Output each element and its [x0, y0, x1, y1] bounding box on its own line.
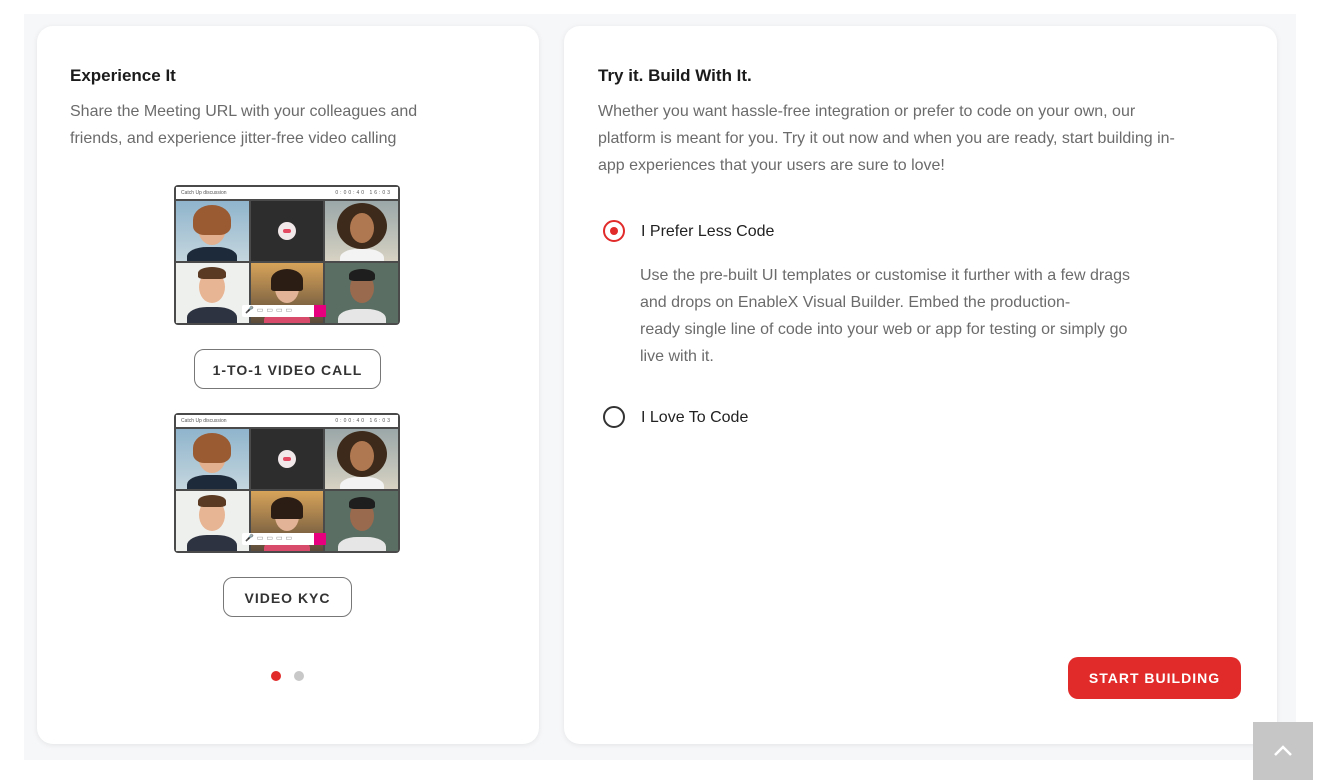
- video-call-preview: Catch Up discussion 0:00:40 16:03 🎤▭▭▭▭: [174, 185, 400, 325]
- chevron-up-icon: [1274, 745, 1292, 756]
- build-title: Try it. Build With It.: [598, 66, 752, 85]
- love-code-radio[interactable]: [603, 406, 625, 428]
- video-kyc-button[interactable]: VIDEO KYC: [223, 577, 352, 617]
- participant-tile: [176, 491, 249, 551]
- less-code-label[interactable]: I Prefer Less Code: [641, 223, 774, 241]
- recording-icon: [277, 450, 296, 468]
- participant-tile: [325, 201, 398, 261]
- call-controls-bar: 🎤▭▭▭▭: [242, 533, 326, 545]
- build-description-line3: app experiences that your users are sure…: [598, 157, 945, 174]
- less-code-detail-line4: live with it.: [640, 348, 714, 365]
- carousel-dot[interactable]: [294, 671, 304, 681]
- back-to-top-button[interactable]: [1253, 722, 1313, 780]
- participant-tile: [325, 429, 398, 489]
- less-code-detail-line3: ready single line of code into your web …: [640, 321, 1128, 338]
- experience-title: Experience It: [70, 66, 176, 85]
- participant-tile: [176, 429, 249, 489]
- preview-header-title: Catch Up discussion: [181, 418, 227, 424]
- video-call-button[interactable]: 1-TO-1 VIDEO CALL: [194, 349, 381, 389]
- less-code-detail-line2: and drops on EnableX Visual Builder. Emb…: [640, 294, 1071, 311]
- preview-header: Catch Up discussion 0:00:40 16:03: [176, 187, 398, 199]
- recording-icon: [277, 222, 296, 240]
- love-code-label[interactable]: I Love To Code: [641, 409, 748, 427]
- preview-header-time: 0:00:40 16:03: [335, 418, 392, 424]
- preview-header-time: 0:00:40 16:03: [335, 190, 392, 196]
- video-kyc-preview: Catch Up discussion 0:00:40 16:03 🎤▭▭▭▭: [174, 413, 400, 553]
- participant-tile: [325, 263, 398, 323]
- experience-description-line2: friends, and experience jitter-free vide…: [70, 130, 397, 147]
- build-description-line1: Whether you want hassle-free integration…: [598, 103, 1136, 120]
- preview-header: Catch Up discussion 0:00:40 16:03: [176, 415, 398, 427]
- participant-tile-muted: [250, 429, 324, 489]
- experience-description-line1: Share the Meeting URL with your colleagu…: [70, 103, 418, 120]
- participant-tile: [325, 491, 398, 551]
- less-code-detail-line1: Use the pre-built UI templates or custom…: [640, 267, 1130, 284]
- end-call-icon: [314, 305, 326, 317]
- less-code-radio[interactable]: [603, 220, 625, 242]
- participant-tile: [176, 201, 249, 261]
- participant-tile: [176, 263, 249, 323]
- carousel-dot-active[interactable]: [271, 671, 281, 681]
- build-description-line2: platform is meant for you. Try it out no…: [598, 130, 1175, 147]
- preview-header-title: Catch Up discussion: [181, 190, 227, 196]
- end-call-icon: [314, 533, 326, 545]
- start-building-button[interactable]: START BUILDING: [1068, 657, 1241, 699]
- call-controls-bar: 🎤▭▭▭▭: [242, 305, 326, 317]
- participant-tile-muted: [250, 201, 324, 261]
